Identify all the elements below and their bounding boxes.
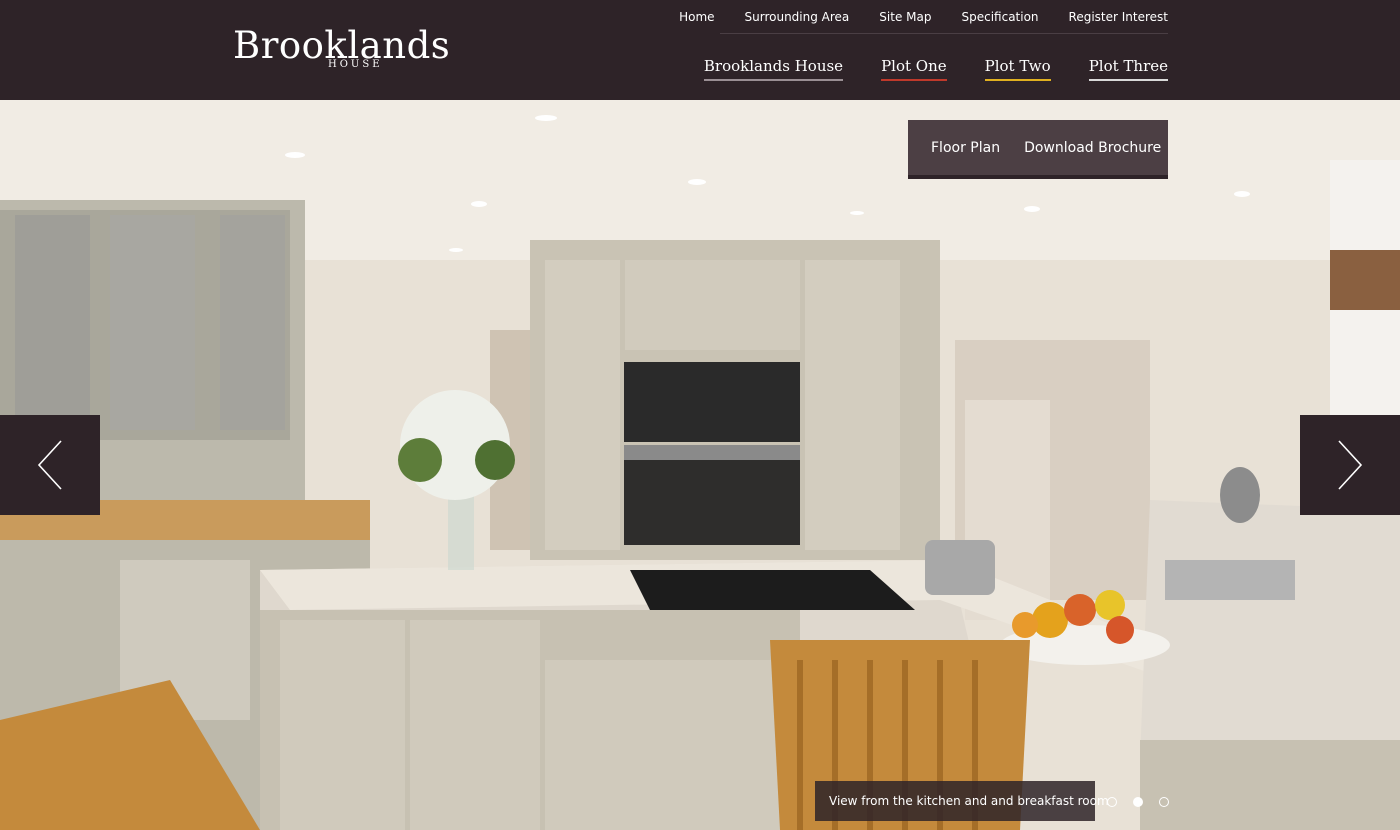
chevron-right-icon [1338,440,1363,490]
slide-dot-2[interactable] [1133,797,1143,807]
topnav-specification-link[interactable]: Specification [961,10,1038,34]
mainnav-brooklands-house-link[interactable]: Brooklands House [703,56,844,81]
top-nav: Home Surrounding Area Site Map Specifica… [679,10,1168,34]
slide-dot-1[interactable] [1107,797,1117,807]
slider-next-button[interactable] [1300,415,1400,515]
site-header: Brooklands HOUSE Home Surrounding Area S… [0,0,1400,100]
main-nav: Brooklands House Plot One Plot Two Plot … [703,56,1168,81]
site-logo[interactable]: Brooklands HOUSE [233,26,483,74]
hero-slider: Floor Plan Download Brochure View from t… [0,100,1400,830]
kitchen-photo [0,100,1400,830]
topnav-register-interest-link[interactable]: Register Interest [1069,10,1168,34]
floor-plan-link[interactable]: Floor Plan [931,140,1000,156]
topnav-surrounding-area-link[interactable]: Surrounding Area [745,10,850,34]
mainnav-plot-two-link[interactable]: Plot Two [984,56,1051,81]
topnav-site-map-link[interactable]: Site Map [879,10,931,34]
slider-pagination [1107,797,1169,807]
mainnav-plot-one-link[interactable]: Plot One [881,56,947,81]
slider-prev-button[interactable] [0,415,100,515]
top-nav-divider [720,33,1168,34]
logo-subtitle: HOUSE [328,59,383,70]
chevron-left-icon [37,440,62,490]
download-brochure-link[interactable]: Download Brochure [1024,140,1161,156]
plot-actions-panel: Floor Plan Download Brochure [908,120,1168,179]
slide-caption: View from the kitchen and and breakfast … [815,781,1109,821]
slide-dot-3[interactable] [1159,797,1169,807]
topnav-home-link[interactable]: Home [679,10,714,34]
mainnav-plot-three-link[interactable]: Plot Three [1088,56,1168,81]
